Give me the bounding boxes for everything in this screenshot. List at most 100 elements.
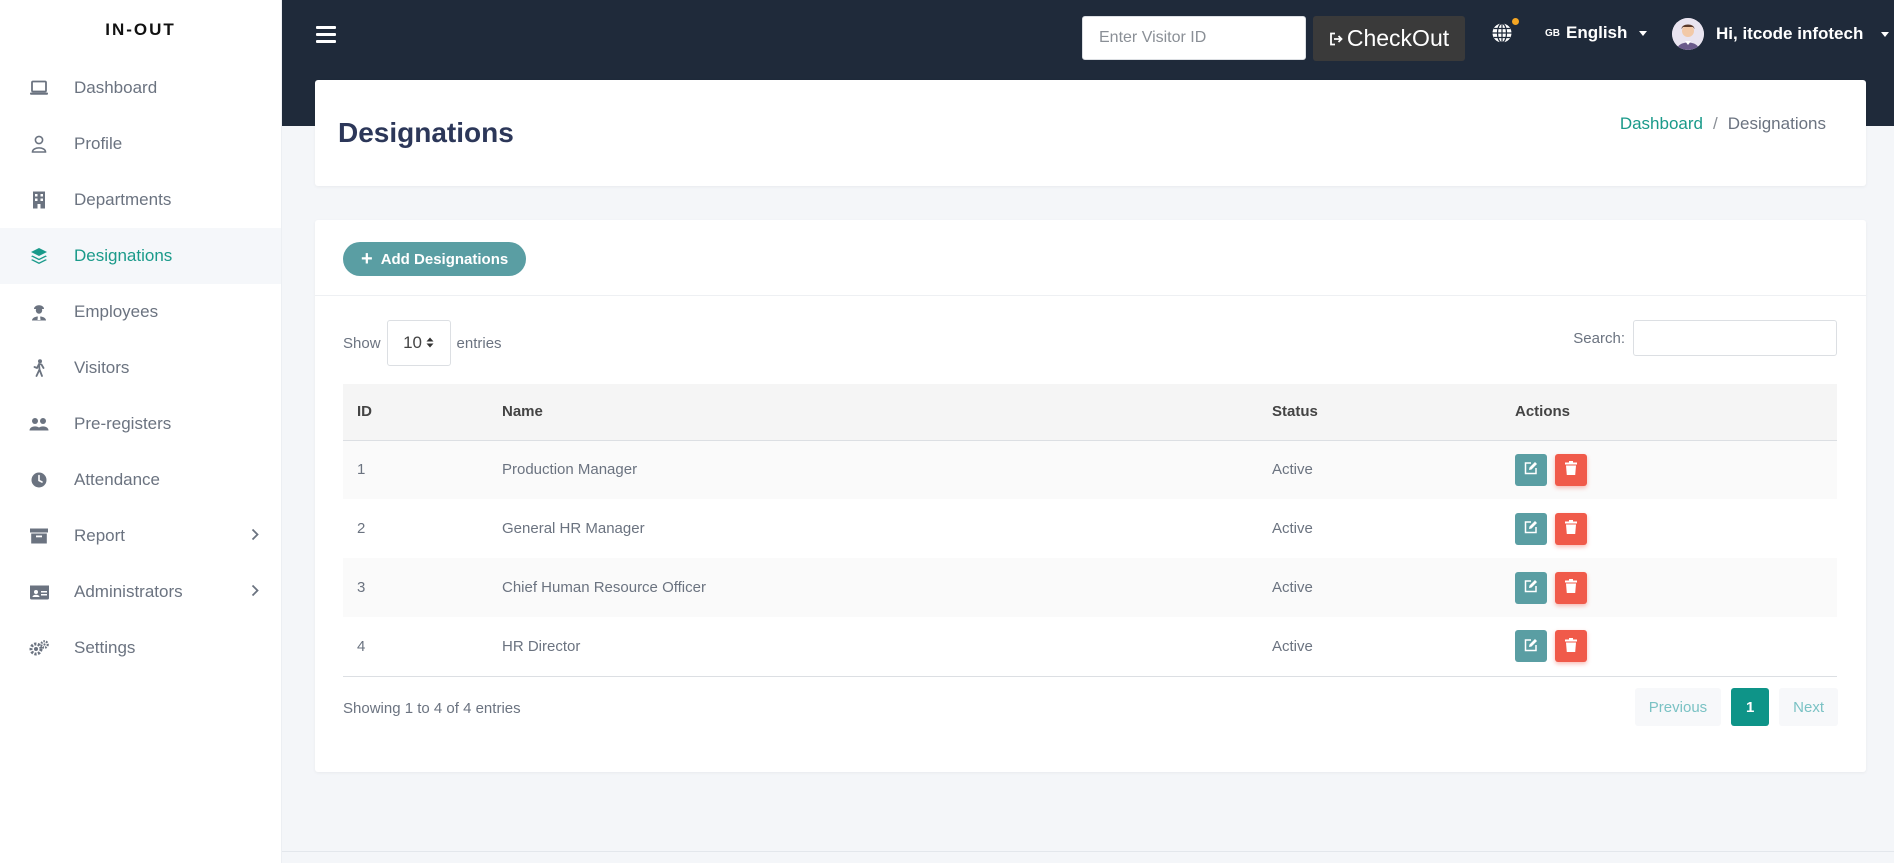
previous-page-button[interactable]: Previous (1634, 688, 1722, 726)
flag-icon: GB (1545, 27, 1560, 39)
sidebar-item-label: Visitors (74, 358, 130, 377)
notification-dot (1512, 18, 1519, 25)
column-header-id[interactable]: ID (343, 384, 488, 441)
sidebar-item-report[interactable]: Report (0, 508, 281, 564)
edit-button[interactable] (1515, 571, 1547, 604)
walking-icon (28, 357, 50, 379)
sidebar-item-label: Employees (74, 302, 159, 321)
sidebar-item-attendance[interactable]: Attendance (0, 452, 281, 508)
sidebar-item-profile[interactable]: Profile (0, 116, 281, 172)
sort-arrows-icon (426, 333, 434, 353)
edit-icon (1524, 638, 1538, 655)
cell-actions (1501, 617, 1837, 677)
trash-icon (1565, 637, 1577, 655)
clock-icon (28, 469, 50, 491)
entries-label: entries (456, 334, 502, 352)
sign-out-icon (1329, 25, 1343, 52)
sidebar: IN-OUT Dashboard Profile Departments Des… (0, 0, 282, 863)
entries-length: Show 10 entries (343, 320, 502, 366)
avatar (1672, 18, 1704, 50)
sidebar-item-dashboard[interactable]: Dashboard (0, 60, 281, 116)
table-row: 2 General HR Manager Active (343, 499, 1837, 558)
sidebar-item-departments[interactable]: Departments (0, 172, 281, 228)
user-menu[interactable]: Hi, itcode infotech (1672, 18, 1890, 50)
edit-button[interactable] (1515, 453, 1547, 486)
entries-value: 10 (403, 333, 422, 352)
brand-logo[interactable]: IN-OUT (0, 0, 281, 60)
breadcrumb-dashboard-link[interactable]: Dashboard (1620, 114, 1703, 134)
search-label: Search: (1573, 329, 1625, 347)
table-row: 4 HR Director Active (343, 617, 1837, 677)
building-icon (28, 189, 50, 211)
delete-button[interactable] (1555, 630, 1587, 663)
table-header-row: ID Name Status Actions (343, 384, 1837, 441)
cell-actions (1501, 440, 1837, 499)
user-icon (28, 133, 50, 155)
cell-name: Chief Human Resource Officer (488, 558, 1258, 617)
sidebar-item-label: Settings (74, 638, 136, 657)
checkout-button[interactable]: CheckOut (1313, 16, 1465, 61)
pagination: Previous 1 Next (1634, 688, 1838, 726)
checkout-label: CheckOut (1346, 25, 1450, 51)
designations-card: + Add Designations Show 10 entries Searc… (315, 220, 1866, 772)
table-controls: Show 10 entries Search: (343, 320, 1837, 366)
cell-actions (1501, 558, 1837, 617)
add-designations-button[interactable]: + Add Designations (343, 242, 527, 276)
language-dropdown[interactable]: GB English (1545, 23, 1648, 43)
user-greeting: Hi, itcode infotech (1716, 24, 1864, 43)
delete-button[interactable] (1555, 453, 1587, 486)
column-header-status[interactable]: Status (1258, 384, 1501, 441)
language-label: English (1566, 23, 1628, 42)
table-row: 1 Production Manager Active (343, 440, 1837, 499)
chevron-right-icon (251, 526, 259, 546)
column-header-actions: Actions (1501, 384, 1837, 441)
laptop-icon (28, 77, 50, 99)
column-header-name[interactable]: Name (488, 384, 1258, 441)
id-card-icon (28, 581, 50, 603)
search-input[interactable] (1633, 320, 1837, 356)
page-1-button[interactable]: 1 (1731, 688, 1770, 726)
page-title-card: Designations Dashboard / Designations (315, 80, 1866, 186)
sidebar-item-visitors[interactable]: Visitors (0, 340, 281, 396)
sidebar-item-administrators[interactable]: Administrators (0, 564, 281, 620)
add-designations-label: Add Designations (380, 250, 509, 268)
sidebar-item-pre-registers[interactable]: Pre-registers (0, 396, 281, 452)
breadcrumb: Dashboard / Designations (1620, 114, 1826, 134)
table-search: Search: (1573, 320, 1837, 356)
visitor-id-input[interactable] (1082, 16, 1306, 60)
sidebar-item-label: Profile (74, 134, 123, 153)
sidebar-item-settings[interactable]: Settings (0, 620, 281, 676)
sidebar-item-label: Pre-registers (74, 414, 172, 433)
cell-name: General HR Manager (502, 520, 645, 537)
sidebar-item-label: Attendance (74, 470, 161, 489)
cell-status: Active (1258, 440, 1501, 499)
sidebar-item-employees[interactable]: Employees (0, 284, 281, 340)
cell-status: Active (1258, 617, 1501, 677)
next-page-button[interactable]: Next (1779, 688, 1838, 726)
menu-toggle-button[interactable] (316, 26, 336, 44)
sidebar-item-label: Departments (74, 190, 172, 209)
card-header: + Add Designations (315, 220, 1866, 296)
globe-icon[interactable] (1491, 22, 1513, 44)
edit-button[interactable] (1515, 630, 1547, 663)
cell-status: Active (1272, 520, 1313, 537)
caret-down-icon (1881, 31, 1890, 37)
cell-id: 3 (343, 558, 488, 617)
sidebar-item-designations[interactable]: Designations (0, 228, 281, 284)
show-label: Show (343, 334, 381, 352)
trash-icon (1565, 520, 1577, 537)
user-tie-icon (28, 301, 50, 323)
chevron-right-icon (251, 582, 259, 602)
cell-actions (1501, 499, 1837, 558)
sidebar-item-label: Dashboard (74, 78, 158, 97)
page-title: Designations (338, 117, 514, 148)
breadcrumb-current: Designations (1727, 114, 1826, 133)
cell-id: 2 (357, 520, 366, 537)
edit-button[interactable] (1515, 512, 1547, 545)
edit-icon (1524, 461, 1538, 478)
entries-select[interactable]: 10 (386, 320, 451, 366)
delete-button[interactable] (1555, 571, 1587, 604)
trash-icon (1565, 579, 1577, 596)
delete-button[interactable] (1555, 512, 1587, 545)
sidebar-nav: Dashboard Profile Departments Designatio… (0, 60, 281, 676)
